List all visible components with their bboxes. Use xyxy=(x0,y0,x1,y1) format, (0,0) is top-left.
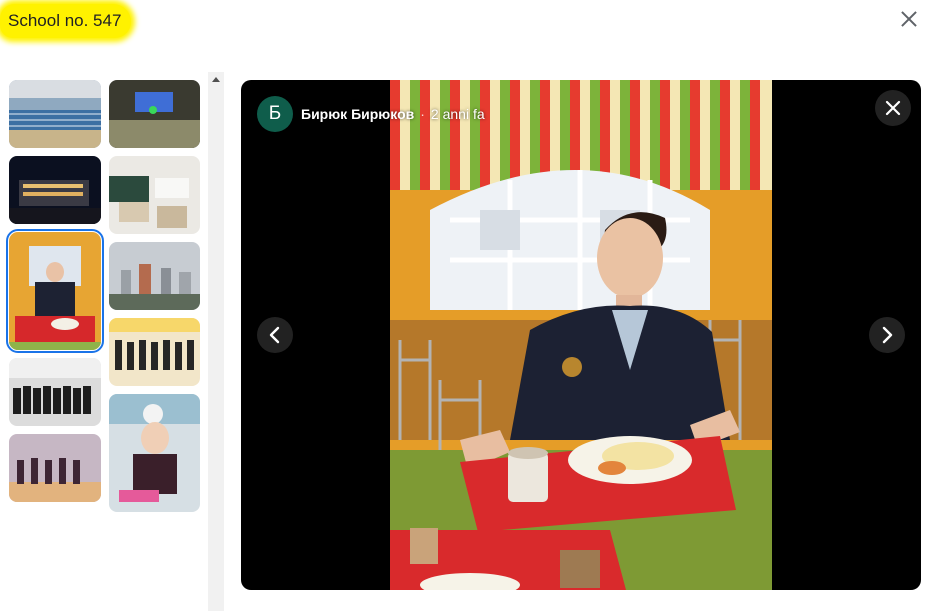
thumb-swimming-pool[interactable] xyxy=(9,80,101,148)
post-time: 2 anni fa xyxy=(430,106,485,122)
thumbnail-gallery xyxy=(0,72,224,611)
chevron-right-icon xyxy=(882,326,893,344)
thumb-school-night[interactable] xyxy=(9,156,101,224)
chevron-left-icon xyxy=(269,326,280,344)
thumb-class-photo[interactable] xyxy=(9,358,101,426)
avatar[interactable]: Б xyxy=(257,96,293,132)
close-icon[interactable] xyxy=(896,6,922,32)
viewer-close-button[interactable] xyxy=(875,90,911,126)
thumb-auditorium[interactable] xyxy=(109,80,200,148)
thumb-classroom[interactable] xyxy=(109,156,200,234)
previous-photo-button[interactable] xyxy=(257,317,293,353)
separator: · xyxy=(420,106,425,122)
photo-viewer: Б Бирюк Бирюков · 2 anni fa xyxy=(241,80,921,590)
thumb-cafeteria[interactable] xyxy=(6,229,104,353)
scroll-up-icon[interactable] xyxy=(212,77,220,82)
thumb-girl-first-day[interactable] xyxy=(109,394,200,512)
close-icon xyxy=(885,100,901,116)
gallery-scrollbar[interactable] xyxy=(208,72,224,611)
main-photo xyxy=(390,80,772,590)
thumb-gymnastics[interactable] xyxy=(9,434,101,502)
author-info: Б Бирюк Бирюков · 2 anni fa xyxy=(257,96,485,132)
thumb-city-view[interactable] xyxy=(109,242,200,310)
page-title: School no. 547 xyxy=(0,4,132,38)
author-name[interactable]: Бирюк Бирюков xyxy=(301,106,414,122)
next-photo-button[interactable] xyxy=(869,317,905,353)
thumb-dance-group[interactable] xyxy=(109,318,200,386)
